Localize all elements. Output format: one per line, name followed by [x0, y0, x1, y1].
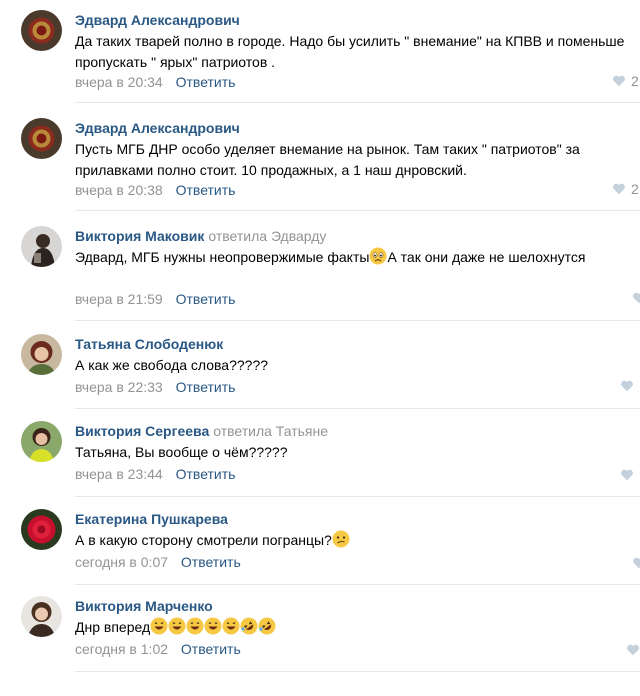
- heart-icon: [613, 183, 625, 195]
- comment-meta: сегодня в 1:02 Ответить: [75, 640, 241, 658]
- grinning-face-emoji-icon: [150, 617, 168, 635]
- comment-header: Эдвард Александрович: [75, 10, 240, 30]
- comment-date[interactable]: вчера в 20:34: [75, 74, 163, 90]
- heart-icon: [633, 557, 640, 569]
- woman-portrait-avatar[interactable]: [21, 596, 62, 637]
- like-button[interactable]: [626, 642, 640, 658]
- comment-text: Пусть МГБ ДНР особо уделяет внемание на …: [75, 141, 580, 178]
- comment-item: Татьяна Слободенюк А как же свобода слов…: [0, 334, 640, 434]
- like-count: 2: [631, 181, 639, 197]
- comment-text: А как же свобода слова?????: [75, 357, 269, 373]
- like-button[interactable]: [632, 555, 640, 571]
- heart-icon: [621, 469, 633, 481]
- author-link[interactable]: Татьяна Слободенюк: [75, 336, 223, 352]
- comment-text-part: Днр вперед: [75, 619, 151, 635]
- woman-red-hair-avatar[interactable]: [21, 334, 62, 375]
- reply-button[interactable]: Ответить: [181, 641, 241, 657]
- red-rose-avatar[interactable]: [21, 509, 62, 550]
- comment-item: Виктория Марченко Днр вперед сегодня в 1…: [0, 596, 640, 696]
- comment-date[interactable]: вчера в 20:38: [75, 182, 163, 198]
- woman-outdoor-avatar[interactable]: [21, 421, 62, 462]
- grinning-face-emoji-icon: [168, 617, 186, 635]
- separator: [75, 210, 640, 211]
- comment-meta: вчера в 21:59 Ответить: [75, 290, 235, 308]
- grinning-face-emoji-icon: [204, 617, 222, 635]
- comment-date[interactable]: вчера в 21:59: [75, 291, 163, 307]
- comment-item: Эдвард Александрович Пусть МГБ ДНР особо…: [0, 118, 640, 218]
- comment-meta: вчера в 20:38 Ответить: [75, 181, 235, 199]
- separator: [75, 671, 640, 672]
- rofl-face-emoji-icon: [258, 617, 276, 635]
- grinning-face-emoji-icon: [186, 617, 204, 635]
- reply-button[interactable]: Ответить: [176, 466, 236, 482]
- comment-text: А в какую сторону смотрели погранцы?: [75, 530, 640, 551]
- separator: [75, 496, 640, 497]
- reply-button[interactable]: Ответить: [176, 74, 236, 90]
- comment-text: Да таких тварей полно в городе. Надо бы …: [75, 33, 625, 70]
- reply-button[interactable]: Ответить: [176, 182, 236, 198]
- reply-button[interactable]: Ответить: [176, 291, 236, 307]
- comment-meta: вчера в 23:44 Ответить: [75, 465, 235, 483]
- comment-text-part: Эдвард, МГБ нужны неопровержимые факты: [75, 249, 370, 265]
- comment-header: Екатерина Пушкарева: [75, 509, 228, 529]
- comment-header: Виктория Маковик ответила Эдварду: [75, 226, 326, 246]
- comment-item: Эдвард Александрович Да таких тварей пол…: [0, 10, 640, 110]
- author-link[interactable]: Виктория Марченко: [75, 598, 213, 614]
- comment-item: Виктория Сергеева ответила Татьяне Татьян…: [0, 421, 640, 521]
- soviet-emblem-avatar[interactable]: [21, 118, 62, 159]
- like-button[interactable]: 2: [612, 181, 639, 197]
- author-link[interactable]: Эдвард Александрович: [75, 120, 240, 136]
- comment-date[interactable]: вчера в 22:33: [75, 379, 163, 395]
- comment-header: Виктория Марченко: [75, 596, 213, 616]
- author-link[interactable]: Виктория Сергеева: [75, 423, 209, 439]
- replied-to-link[interactable]: ответила Эдварду: [208, 228, 326, 244]
- comment-header: Татьяна Слободенюк: [75, 334, 223, 354]
- like-button[interactable]: [632, 290, 640, 306]
- reply-button[interactable]: Ответить: [176, 379, 236, 395]
- reply-button[interactable]: Ответить: [181, 554, 241, 570]
- comment-text: Днр вперед: [75, 617, 640, 638]
- comment-item: Виктория Маковик ответила Эдварду Эдвард,…: [0, 226, 640, 326]
- heart-icon: [627, 644, 639, 656]
- like-button[interactable]: 2: [612, 73, 639, 89]
- author-link[interactable]: Екатерина Пушкарева: [75, 511, 228, 527]
- confused-face-emoji-icon: [332, 530, 350, 548]
- comment-text-part: А так они даже не шелохнутся: [387, 249, 586, 265]
- comment-item: Екатерина Пушкарева А в какую сторону см…: [0, 509, 640, 609]
- like-button[interactable]: [620, 467, 634, 483]
- comment-meta: сегодня в 0:07 Ответить: [75, 553, 241, 571]
- rofl-face-emoji-icon: [240, 617, 258, 635]
- comment-date[interactable]: вчера в 23:44: [75, 466, 163, 482]
- woman-dark-photo-avatar[interactable]: [21, 226, 62, 267]
- comment-text: Эдвард, МГБ нужны неопровержимые факты А …: [75, 247, 640, 268]
- like-button[interactable]: [620, 378, 634, 394]
- comment-text-part: А в какую сторону смотрели погранцы?: [75, 532, 332, 548]
- separator: [75, 408, 640, 409]
- grinning-face-emoji-icon: [222, 617, 240, 635]
- replied-to-link[interactable]: ответила Татьяне: [213, 423, 328, 439]
- comment-meta: вчера в 20:34 Ответить: [75, 73, 235, 91]
- separator: [75, 102, 640, 103]
- heart-icon: [621, 380, 633, 392]
- comment-header: Виктория Сергеева ответила Татьяне: [75, 421, 328, 441]
- comment-date[interactable]: сегодня в 1:02: [75, 641, 168, 657]
- author-link[interactable]: Виктория Маковик: [75, 228, 204, 244]
- heart-icon: [633, 292, 640, 304]
- comment-header: Эдвард Александрович: [75, 118, 240, 138]
- comment-text: Татьяна, Вы вообще о чём?????: [75, 444, 288, 460]
- comment-date[interactable]: сегодня в 0:07: [75, 554, 168, 570]
- like-count: 2: [631, 73, 639, 89]
- comment-meta: вчера в 22:33 Ответить: [75, 378, 235, 396]
- soviet-emblem-avatar[interactable]: [21, 10, 62, 51]
- author-link[interactable]: Эдвард Александрович: [75, 12, 240, 28]
- heart-icon: [613, 75, 625, 87]
- separator: [75, 320, 640, 321]
- anxious-face-emoji-icon: [369, 247, 387, 265]
- separator: [75, 584, 640, 585]
